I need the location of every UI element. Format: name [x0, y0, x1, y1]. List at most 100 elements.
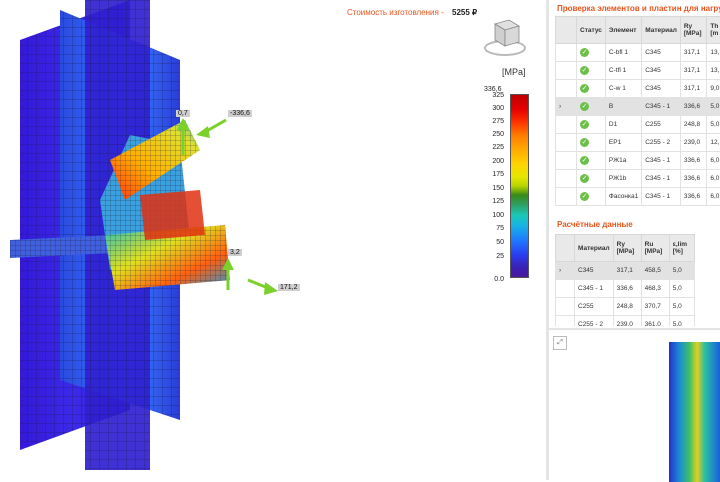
cell: C255 - 2: [575, 316, 614, 327]
cell: 468,3: [641, 280, 669, 298]
column-header[interactable]: Материал: [575, 235, 614, 262]
table-row[interactable]: ✓ РЖ1bC345 - 1336,66,0: [556, 170, 720, 188]
column-header[interactable]: Ru [MPa]: [641, 235, 669, 262]
cell: 458,5: [641, 262, 669, 280]
cell: 5,0: [669, 262, 694, 280]
cost-label: Стоимость изготовления: [347, 8, 439, 17]
expand-icon[interactable]: ⤢: [553, 336, 567, 350]
check-ok-icon: ✓: [580, 84, 589, 93]
check-table-title: Проверка элементов и пластин для нагру: [557, 4, 720, 13]
cost-value: 5255 ₽: [452, 8, 477, 17]
cell: 5,0: [707, 98, 720, 116]
cell: 248,8: [613, 298, 641, 316]
cell: B: [605, 98, 641, 116]
table-row[interactable]: ✓ Фасонка1C345 - 1336,66,0: [556, 188, 720, 206]
cell: 370,7: [641, 298, 669, 316]
cost-display: Стоимость изготовления - 5255 ₽: [347, 8, 477, 17]
cell: C345: [575, 262, 614, 280]
check-table: Статус Элемент Материал Ry [MPa] Th [m ✓…: [555, 16, 720, 206]
cell: D1: [605, 116, 641, 134]
cell: C345: [642, 44, 681, 62]
chevron-right-icon: ›: [556, 98, 577, 116]
cell: 317,1: [613, 262, 641, 280]
table-row[interactable]: C345 - 1336,6468,35,0: [556, 280, 695, 298]
table-row[interactable]: ✓ D1C255248,85,0: [556, 116, 720, 134]
legend-tick: 0.0: [478, 276, 504, 283]
cell: 6,0: [707, 170, 720, 188]
table-row-selected[interactable]: ›C345317,1458,55,0: [556, 262, 695, 280]
cell: C345 - 1: [642, 170, 681, 188]
legend-tick: 75: [478, 225, 504, 232]
check-ok-icon: ✓: [580, 48, 589, 57]
table-row[interactable]: ✓C-w 1C345317,19,0: [556, 80, 720, 98]
preview-panel: ⤢: [549, 328, 720, 482]
table-row-selected[interactable]: ›✓BC345 - 1336,65,0: [556, 98, 720, 116]
cell: 317,1: [680, 62, 707, 80]
cell: C255 - 2: [642, 134, 681, 152]
legend-tick: 200: [478, 158, 504, 165]
table-row[interactable]: ✓EP1C255 - 2239,012,: [556, 134, 720, 152]
legend-tick: 100: [478, 212, 504, 219]
cell: РЖ1a: [605, 152, 641, 170]
cell: C255: [575, 298, 614, 316]
row-indicator-header: [556, 235, 575, 262]
column-header[interactable]: Элемент: [605, 17, 641, 44]
cell: 336,6: [613, 280, 641, 298]
legend-tick: 325: [478, 92, 504, 99]
cell: РЖ1b: [605, 170, 641, 188]
column-header[interactable]: Материал: [642, 17, 681, 44]
column-header[interactable]: ε,lim [%]: [669, 235, 694, 262]
cell: 5,0: [669, 316, 694, 327]
cell: C345: [642, 62, 681, 80]
table-row[interactable]: ✓ C-tfl 1C345317,113,: [556, 62, 720, 80]
stress-color-scale: [510, 94, 529, 278]
cell: Фасонка1: [605, 188, 641, 206]
table-row[interactable]: C255248,8370,75,0: [556, 298, 695, 316]
legend-tick: 125: [478, 198, 504, 205]
table-row[interactable]: ✓C-bfl 1C345317,113,: [556, 44, 720, 62]
cell: 5,0: [669, 298, 694, 316]
check-ok-icon: ✓: [580, 192, 589, 201]
results-panel: Проверка элементов и пластин для нагру С…: [549, 0, 720, 326]
legend-unit: [MPa]: [502, 67, 526, 77]
legend-tick: 275: [478, 118, 504, 125]
column-header[interactable]: Th [m: [707, 17, 720, 44]
legend-tick: 25: [478, 253, 504, 260]
cell: C345 - 1: [642, 188, 681, 206]
cell: 6,0: [707, 188, 720, 206]
table-row[interactable]: ✓РЖ1aC345 - 1336,66,0: [556, 152, 720, 170]
cell: 317,1: [680, 80, 707, 98]
cell: C255: [642, 116, 681, 134]
table-row[interactable]: C255 - 2239,0361,05,0: [556, 316, 695, 327]
cell: 336,6: [680, 98, 707, 116]
cell: C345: [642, 80, 681, 98]
cell: C-tfl 1: [605, 62, 641, 80]
cell: 336,6: [680, 152, 707, 170]
column-header[interactable]: Статус: [577, 17, 606, 44]
check-ok-icon: ✓: [580, 174, 589, 183]
cell: 6,0: [707, 152, 720, 170]
model-viewport[interactable]: 0,7 -336,6 3,2 171,2 Стоимость изготовле…: [0, 0, 546, 480]
check-ok-icon: ✓: [580, 120, 589, 129]
preview-thumbnail[interactable]: [669, 342, 720, 482]
legend-tick: 50: [478, 239, 504, 246]
fem-model[interactable]: [0, 0, 546, 480]
view-cube-icon[interactable]: [482, 14, 528, 60]
cell: 5,0: [707, 116, 720, 134]
legend-tick: 300: [478, 105, 504, 112]
cell: 248,8: [680, 116, 707, 134]
cell: 5,0: [669, 280, 694, 298]
column-header[interactable]: Ry [MPa]: [680, 17, 707, 44]
check-ok-icon: ✓: [580, 66, 589, 75]
cell: 13,: [707, 44, 720, 62]
cell: 12,: [707, 134, 720, 152]
cell: 13,: [707, 62, 720, 80]
cell: 336,6: [680, 188, 707, 206]
check-ok-icon: ✓: [580, 156, 589, 165]
cell: 336,6: [680, 170, 707, 188]
calc-table: Материал Ry [MPa] Ru [MPa] ε,lim [%] ›C3…: [555, 234, 695, 326]
chevron-right-icon: ›: [556, 262, 575, 280]
column-header[interactable]: Ry [MPa]: [613, 235, 641, 262]
cell: 361,0: [641, 316, 669, 327]
cost-separator: -: [441, 8, 444, 17]
